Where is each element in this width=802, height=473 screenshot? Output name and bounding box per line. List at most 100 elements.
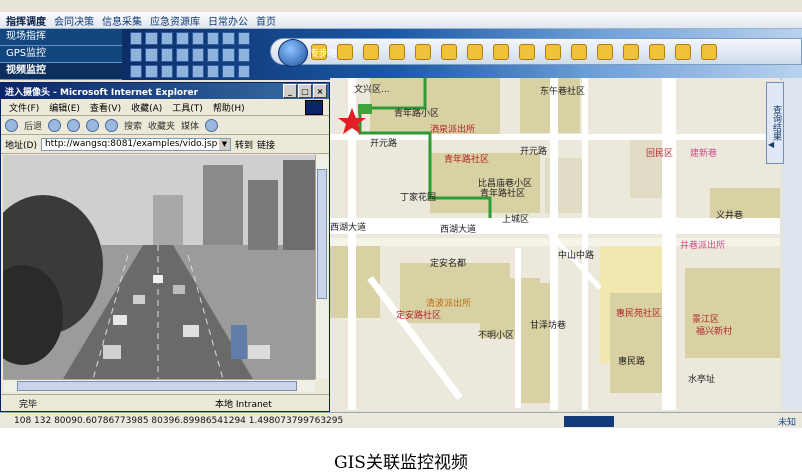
status-done: 完毕 xyxy=(19,399,38,410)
map-label: 建新巷 xyxy=(690,149,718,159)
forward-icon[interactable] xyxy=(48,118,62,132)
pan-tool-icon[interactable] xyxy=(337,43,353,60)
collapse-arrow-icon[interactable]: ◀ xyxy=(768,140,774,149)
menu-item-dispatch[interactable]: 指挥调度 xyxy=(6,13,46,28)
menu-item-decision[interactable]: 会同决策 xyxy=(54,13,94,28)
map-label: 井巷派出所 xyxy=(680,241,726,251)
map-label: 惠民路 xyxy=(618,357,646,367)
maximize-icon[interactable]: □ xyxy=(298,84,312,98)
status-zone: 本地 Intranet xyxy=(215,399,272,410)
menu-view[interactable]: 查看(V) xyxy=(90,101,121,114)
horizontal-scrollbar[interactable] xyxy=(3,379,315,392)
draw-rect-tool-icon[interactable] xyxy=(571,43,587,60)
menu-item-resources[interactable]: 应急资源库 xyxy=(150,13,200,28)
map-label: 青年路社区 xyxy=(444,155,490,165)
status-progress-block xyxy=(564,415,614,427)
map-label: 文兴区... xyxy=(354,85,390,95)
address-value: http://wangsq:8081/examples/vido.jsp xyxy=(44,139,218,149)
address-input[interactable]: http://wangsq:8081/examples/vido.jsp ▼ xyxy=(40,137,231,151)
menu-favorites[interactable]: 收藏(A) xyxy=(131,101,162,114)
map-label: 义井巷 xyxy=(716,211,744,221)
browser-title-bar[interactable]: 进入摄像头 - Microsoft Internet Explorer _ □ … xyxy=(1,83,329,99)
browser-toolbar: 后退 搜索 收藏夹 媒体 xyxy=(1,116,329,135)
close-icon[interactable]: × xyxy=(313,84,327,98)
vertical-scrollbar[interactable] xyxy=(315,155,328,379)
map-label: 定安路社区 xyxy=(396,311,442,321)
nav-item-gps[interactable]: GPS监控 xyxy=(0,46,122,63)
home-icon[interactable] xyxy=(105,118,119,132)
map-label: 西湖大道 xyxy=(440,225,477,235)
layer-tool-icon[interactable] xyxy=(701,43,717,60)
refresh-tool-icon[interactable] xyxy=(519,43,535,60)
history-icon[interactable] xyxy=(205,118,219,132)
windows-logo-icon xyxy=(305,100,323,115)
zoom-out-tool-icon[interactable] xyxy=(389,43,405,60)
search-button[interactable]: 搜索 xyxy=(124,119,142,132)
draw-polygon-tool-icon[interactable] xyxy=(597,43,613,60)
map-label: 惠民苑社区 xyxy=(616,309,662,319)
move-tool-icon[interactable] xyxy=(467,43,483,60)
browser-title: 进入摄像头 - Microsoft Internet Explorer xyxy=(5,87,199,98)
pen-tool-icon[interactable] xyxy=(675,43,691,60)
menu-edit[interactable]: 编辑(E) xyxy=(49,101,80,114)
draw-line-tool-icon[interactable] xyxy=(545,43,561,60)
map-status-bar: 108 132 80090.60786773985 80396.89986541… xyxy=(0,412,802,428)
browser-status-bar: 完毕 本地 Intranet xyxy=(1,394,329,411)
rotate-tool-icon[interactable] xyxy=(493,43,509,60)
menu-help[interactable]: 帮助(H) xyxy=(213,101,245,114)
map-label: 定安名都 xyxy=(430,259,467,269)
map-label: 甘泽坊巷 xyxy=(530,321,567,331)
browser-menu-bar: 文件(F) 编辑(E) 查看(V) 收藏(A) 工具(T) 帮助(H) xyxy=(1,99,329,116)
measure-tool-icon[interactable] xyxy=(441,43,457,60)
map-view[interactable]: 文兴区... 青年路小区 洒泉派出所 东午巷社区 开元路 开元路 青年路社区 比… xyxy=(330,78,780,410)
media-button[interactable]: 媒体 xyxy=(181,119,199,132)
browser-window: 进入摄像头 - Microsoft Internet Explorer _ □ … xyxy=(0,82,330,412)
map-label: 青年路社区 xyxy=(480,189,526,199)
map-label: 上城区 xyxy=(502,215,530,225)
minimize-icon[interactable]: _ xyxy=(283,84,297,98)
camera-video-view[interactable] xyxy=(3,155,315,379)
nav-item-field-command[interactable]: 现场指挥 xyxy=(0,29,122,46)
map-label: 青年路小区 xyxy=(394,109,440,119)
coordinate-readout: 108 132 80090.60786773985 80396.89986541… xyxy=(14,416,344,426)
map-label-police: 洒泉派出所 xyxy=(430,125,476,135)
map-label: 水亭址 xyxy=(688,375,716,385)
stop-icon[interactable] xyxy=(67,118,81,132)
clear-tool-icon[interactable] xyxy=(623,43,639,60)
menu-item-office[interactable]: 日常办公 xyxy=(208,13,248,28)
map-label: 回民区 xyxy=(646,149,674,159)
status-right-text: 未知 xyxy=(777,417,796,428)
top-menu-bar: 指挥调度 会同决策 信息采集 应急资源库 日常办公 首页 xyxy=(0,12,802,29)
back-icon[interactable] xyxy=(5,118,18,132)
nav-item-video[interactable]: 视频监控 xyxy=(0,63,122,80)
globe-label: 专步地 xyxy=(310,49,338,59)
map-label: 东午巷社区 xyxy=(540,87,586,97)
address-label: 地址(D) xyxy=(5,140,37,151)
map-toolbar xyxy=(270,38,802,65)
refresh-icon[interactable] xyxy=(86,118,100,132)
edit-tool-icon[interactable] xyxy=(649,43,665,60)
favorites-button[interactable]: 收藏夹 xyxy=(148,119,175,132)
identify-tool-icon[interactable] xyxy=(415,43,431,60)
zoom-in-tool-icon[interactable] xyxy=(363,43,379,60)
map-label: 福兴新村 xyxy=(696,327,733,337)
address-dropdown-icon[interactable]: ▼ xyxy=(218,138,230,150)
traffic-camera-image xyxy=(3,155,315,379)
links-button[interactable]: 链接 xyxy=(257,138,275,151)
map-label: 不明小区 xyxy=(478,331,515,341)
left-nav: 现场指挥 GPS监控 视频监控 xyxy=(0,29,122,80)
menu-tools[interactable]: 工具(T) xyxy=(172,101,203,114)
menu-file[interactable]: 文件(F) xyxy=(9,101,39,114)
go-button[interactable]: 转到 xyxy=(235,138,253,151)
back-button[interactable]: 后退 xyxy=(24,119,42,132)
menu-item-home[interactable]: 首页 xyxy=(256,13,276,28)
map-label: 西湖大道 xyxy=(330,223,367,233)
map-label: 丁家花园 xyxy=(400,193,437,203)
menu-item-collection[interactable]: 信息采集 xyxy=(102,13,142,28)
map-label: 开元路 xyxy=(520,147,548,157)
globe-icon[interactable] xyxy=(278,39,308,67)
map-label: 开元路 xyxy=(370,139,398,149)
map-right-strip xyxy=(782,78,802,410)
query-results-tab[interactable]: 查询结果 xyxy=(766,82,784,164)
map-label: 中山中路 xyxy=(558,251,595,261)
